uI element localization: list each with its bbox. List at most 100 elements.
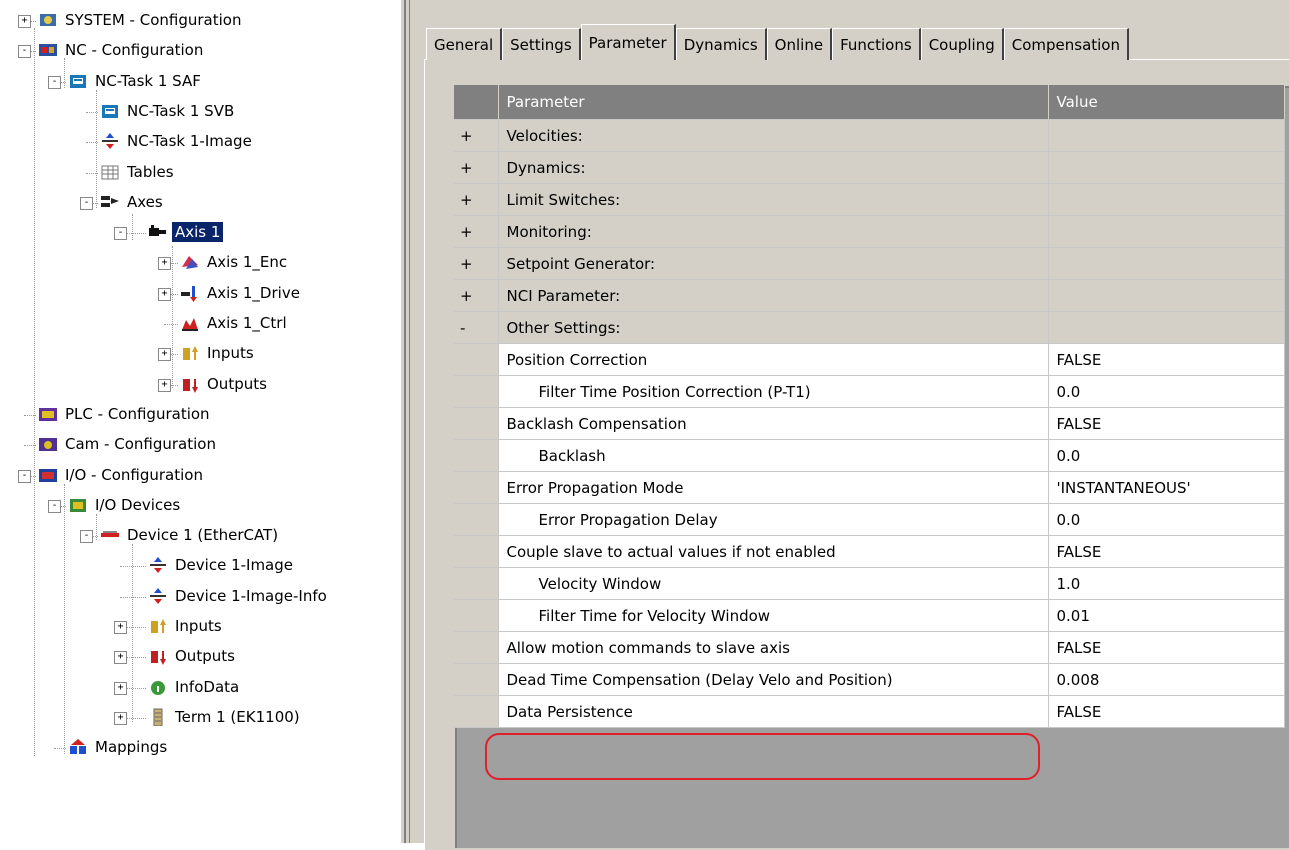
expand-icon[interactable]: + xyxy=(158,348,171,362)
grid-parameter-row[interactable]: Couple slave to actual values if not ena… xyxy=(454,535,1285,568)
expand-icon[interactable]: + xyxy=(454,247,499,280)
grid-group-row[interactable]: + Limit Switches: xyxy=(454,183,1285,216)
tab-parameter[interactable]: Parameter xyxy=(580,24,676,60)
expand-icon[interactable]: + xyxy=(454,279,499,312)
parameter-value[interactable]: FALSE xyxy=(1048,631,1285,664)
parameter-value[interactable]: 0.008 xyxy=(1048,663,1285,696)
grid-parameter-row[interactable]: Allow motion commands to slave axis FALSE xyxy=(454,631,1285,664)
tree-item[interactable]: - NC - Configuration xyxy=(0,36,400,66)
tree-item[interactable]: Cam - Configuration xyxy=(0,430,400,460)
tree-item-label[interactable]: Axis 1 xyxy=(172,222,224,243)
tree-item-label[interactable]: NC-Task 1-Image xyxy=(124,131,255,151)
tree-item[interactable]: - Device 1 (EtherCAT) xyxy=(0,521,400,551)
tree-item[interactable]: - I/O Devices xyxy=(0,491,400,521)
grid-parameter-row[interactable]: Error Propagation Delay 0.0 xyxy=(454,503,1285,536)
grid-parameter-row[interactable]: Error Propagation Mode 'INSTANTANEOUS' xyxy=(454,471,1285,504)
collapse-icon[interactable]: - xyxy=(80,530,93,544)
grid-parameter-row[interactable]: Backlash 0.0 xyxy=(454,439,1285,472)
parameter-value[interactable]: FALSE xyxy=(1048,695,1285,728)
parameter-value[interactable]: 1.0 xyxy=(1048,567,1285,600)
tree-item[interactable]: + SYSTEM - Configuration xyxy=(0,6,400,36)
tree-item-label[interactable]: I/O - Configuration xyxy=(62,465,206,485)
parameter-value[interactable]: FALSE xyxy=(1048,407,1285,440)
tree-item[interactable]: PLC - Configuration xyxy=(0,400,400,430)
tree-item[interactable]: + Inputs xyxy=(0,612,400,642)
tree-item[interactable]: + Outputs xyxy=(0,370,400,400)
tree-item-label[interactable]: Tables xyxy=(124,162,177,182)
tree-item[interactable]: + Inputs xyxy=(0,339,400,369)
collapse-icon[interactable]: - xyxy=(18,469,31,483)
tree-item-label[interactable]: Outputs xyxy=(204,374,270,394)
expand-icon[interactable]: + xyxy=(114,651,127,665)
configuration-tree[interactable]: + SYSTEM - Configuration - NC - Configurati… xyxy=(0,0,400,843)
tree-item-label[interactable]: Device 1 (EtherCAT) xyxy=(124,525,281,545)
grid-group-row[interactable]: + Velocities: xyxy=(454,119,1285,152)
tree-item[interactable]: - I/O - Configuration xyxy=(0,461,400,491)
parameter-value[interactable]: 0.0 xyxy=(1048,439,1285,472)
grid-group-row[interactable]: - Other Settings: xyxy=(454,311,1285,344)
grid-parameter-row[interactable]: Velocity Window 1.0 xyxy=(454,567,1285,600)
parameter-value[interactable]: 0.01 xyxy=(1048,599,1285,632)
expand-icon[interactable]: + xyxy=(158,287,171,301)
expand-icon[interactable]: + xyxy=(158,378,171,392)
tree-item-label[interactable]: I/O Devices xyxy=(92,495,183,515)
grid-parameter-row[interactable]: Data Persistence FALSE xyxy=(454,695,1285,728)
parameter-value[interactable]: 'INSTANTANEOUS' xyxy=(1048,471,1285,504)
expand-icon[interactable]: + xyxy=(114,621,127,634)
tree-item[interactable]: + InfoData xyxy=(0,673,400,703)
grid-group-row[interactable]: + NCI Parameter: xyxy=(454,279,1285,312)
grid-group-row[interactable]: + Dynamics: xyxy=(454,151,1285,184)
collapse-icon[interactable]: - xyxy=(80,196,93,210)
grid-parameter-row[interactable]: Backlash Compensation FALSE xyxy=(454,407,1285,440)
grid-parameter-row[interactable]: Position Correction FALSE xyxy=(454,343,1285,376)
tree-item-label[interactable]: Axis 1_Enc xyxy=(204,252,290,272)
tree-item-label[interactable]: NC-Task 1 SAF xyxy=(92,71,204,91)
collapse-icon[interactable]: - xyxy=(48,75,61,89)
expand-icon[interactable]: + xyxy=(114,681,127,695)
tree-item-label[interactable]: NC-Task 1 SVB xyxy=(124,101,237,121)
grid-parameter-row[interactable]: Filter Time Position Correction (P-T1) 0.… xyxy=(454,375,1285,408)
tree-item[interactable]: - Axis 1 xyxy=(0,218,400,248)
tree-item-label[interactable]: Inputs xyxy=(204,343,257,363)
tab-dynamics[interactable]: Dynamics xyxy=(675,28,767,60)
tree-item-label[interactable]: Device 1-Image xyxy=(172,555,296,575)
tree-item[interactable]: + Outputs xyxy=(0,642,400,672)
tree-item-label[interactable]: Cam - Configuration xyxy=(62,434,219,454)
grid-header-parameter[interactable]: Parameter xyxy=(498,85,1049,120)
tab-online[interactable]: Online xyxy=(766,28,833,60)
collapse-icon[interactable]: - xyxy=(114,227,127,241)
expand-icon[interactable]: + xyxy=(114,711,127,725)
tree-item[interactable]: Mappings xyxy=(0,733,400,763)
tree-item-label[interactable]: Outputs xyxy=(172,646,238,666)
tab-settings[interactable]: Settings xyxy=(502,28,581,60)
grid-header-value[interactable]: Value xyxy=(1048,85,1285,120)
tree-item-label[interactable]: Axis 1_Ctrl xyxy=(204,313,290,333)
collapse-icon[interactable]: - xyxy=(18,45,31,59)
expand-icon[interactable]: + xyxy=(454,151,499,184)
tree-item-label[interactable]: Device 1-Image-Info xyxy=(172,586,330,606)
tree-item[interactable]: - Axes xyxy=(0,188,400,218)
tree-item[interactable]: Tables xyxy=(0,158,400,188)
tree-item[interactable]: - NC-Task 1 SAF xyxy=(0,67,400,97)
parameter-value[interactable]: FALSE xyxy=(1048,343,1285,376)
tree-item[interactable]: NC-Task 1 SVB xyxy=(0,97,400,127)
tab-compensation[interactable]: Compensation xyxy=(1003,28,1129,60)
tree-item[interactable]: Device 1-Image-Info xyxy=(0,582,400,612)
tree-item[interactable]: + Term 1 (EK1100) xyxy=(0,703,400,733)
tree-item-label[interactable]: Axis 1_Drive xyxy=(204,283,303,303)
parameter-value[interactable]: 0.0 xyxy=(1048,503,1285,536)
tree-item-label[interactable]: PLC - Configuration xyxy=(62,404,213,424)
expand-icon[interactable]: + xyxy=(454,183,499,216)
tab-functions[interactable]: Functions xyxy=(832,28,921,60)
tree-item[interactable]: Axis 1_Ctrl xyxy=(0,309,400,339)
tab-general[interactable]: General xyxy=(426,28,503,60)
tab-coupling[interactable]: Coupling xyxy=(920,28,1004,60)
tree-item-label[interactable]: Term 1 (EK1100) xyxy=(172,707,303,727)
tree-item-label[interactable]: Inputs xyxy=(172,616,225,636)
parameter-value[interactable]: FALSE xyxy=(1048,535,1285,568)
grid-group-row[interactable]: + Monitoring: xyxy=(454,215,1285,248)
grid-group-row[interactable]: + Setpoint Generator: xyxy=(454,247,1285,280)
grid-parameter-row[interactable]: Filter Time for Velocity Window 0.01 xyxy=(454,599,1285,632)
tree-item-label[interactable]: Mappings xyxy=(92,737,170,757)
tree-item-label[interactable]: Axes xyxy=(124,192,166,212)
